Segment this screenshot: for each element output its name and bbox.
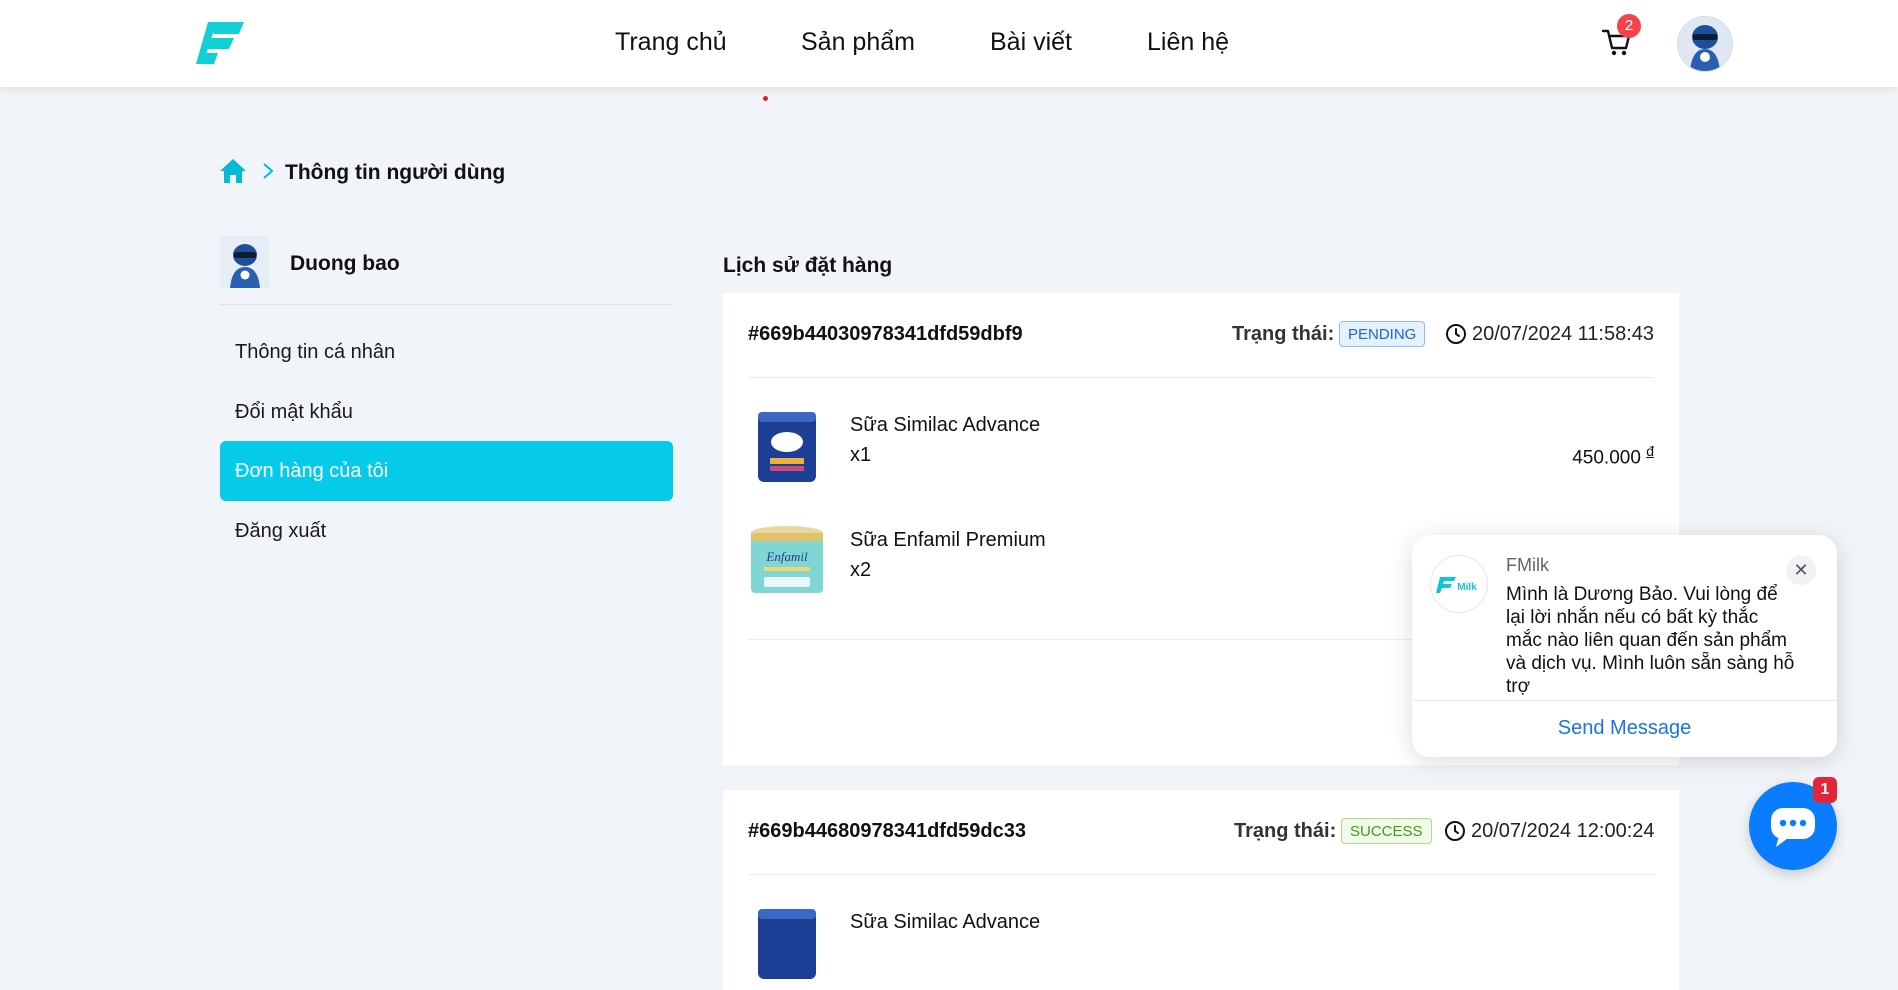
user-avatar[interactable] xyxy=(1677,16,1733,72)
product-name: Sữa Enfamil Premium xyxy=(850,529,1046,551)
sidebar-avatar xyxy=(220,236,270,288)
order-history-title: Lịch sử đặt hàng xyxy=(723,254,893,277)
user-name: Duong bao xyxy=(290,252,400,275)
menu-item-change-password[interactable]: Đổi mật khẩu xyxy=(220,382,673,442)
close-icon[interactable]: ✕ xyxy=(1786,555,1816,585)
menu-item-logout[interactable]: Đăng xuất xyxy=(220,501,673,561)
order-id: #669b44030978341dfd59dbf9 xyxy=(748,323,1023,345)
product-name: Sữa Similac Advance xyxy=(850,414,1041,436)
product-image-similac[interactable] xyxy=(748,408,826,486)
nav-home[interactable]: Trang chủ xyxy=(615,28,727,57)
nav-articles[interactable]: Bài viết xyxy=(990,28,1072,57)
chat-sender-name: FMilk xyxy=(1506,555,1549,575)
product-image-similac[interactable] xyxy=(748,905,826,983)
svg-text:Enfamil: Enfamil xyxy=(765,549,808,564)
status-label: Trạng thái: xyxy=(1234,820,1337,842)
status-badge: PENDING xyxy=(1339,321,1426,347)
home-icon[interactable] xyxy=(219,157,247,185)
divider xyxy=(1412,700,1837,701)
sidebar-user-info: Duong bao xyxy=(220,236,673,305)
chevron-right-icon xyxy=(263,163,274,179)
top-header: Trang chủ Sản phẩm Bài viết Liên hệ 2 xyxy=(0,0,1898,87)
chat-message: Mình là Dương Bảo. Vui lòng để lại lời n… xyxy=(1506,584,1795,697)
decorative-dot xyxy=(763,96,768,101)
breadcrumb-current: Thông tin người dùng xyxy=(285,161,506,184)
nav-products[interactable]: Sản phẩm xyxy=(801,28,915,57)
clock-icon xyxy=(1446,324,1466,344)
svg-text:Milk: Milk xyxy=(1457,582,1477,593)
unread-count-badge: 1 xyxy=(1813,777,1837,803)
send-message-button[interactable]: Send Message xyxy=(1412,717,1837,740)
order-time: 20/07/2024 11:58:43 xyxy=(1472,323,1655,345)
cart-count-badge: 2 xyxy=(1617,14,1641,38)
product-quantity: x1 xyxy=(850,444,872,466)
order-card[interactable]: #669b44680978341dfd59dc33 Trạng thái: SU… xyxy=(723,790,1679,990)
nav-contact[interactable]: Liên hệ xyxy=(1147,28,1229,57)
product-price: 450.000 đ xyxy=(1572,443,1654,469)
product-image-enfamil[interactable]: Enfamil xyxy=(748,523,826,601)
status-badge: SUCCESS xyxy=(1341,818,1432,844)
order-id: #669b44680978341dfd59dc33 xyxy=(748,820,1026,842)
clock-icon xyxy=(1445,821,1465,841)
order-time: 20/07/2024 12:00:24 xyxy=(1471,820,1655,842)
divider xyxy=(748,377,1654,378)
divider xyxy=(748,874,1654,875)
menu-item-my-orders[interactable]: Đơn hàng của tôi xyxy=(220,441,673,501)
product-quantity: x2 xyxy=(850,559,872,581)
product-name: Sữa Similac Advance xyxy=(850,911,1041,933)
menu-item-profile[interactable]: Thông tin cá nhân xyxy=(220,322,673,382)
status-label: Trạng thái: xyxy=(1232,323,1335,345)
fmilk-chat-logo-icon: Milk xyxy=(1430,555,1488,613)
chat-popup: Milk FMilk Mình là Dương Bảo. Vui lòng đ… xyxy=(1412,535,1837,757)
